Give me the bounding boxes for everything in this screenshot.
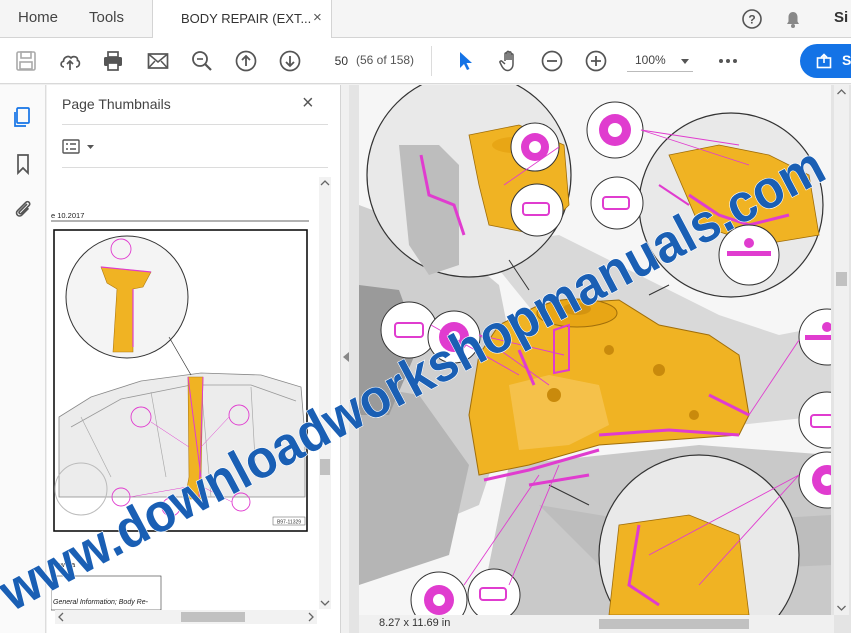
- toolbar-divider: [431, 46, 432, 76]
- attachment-icon[interactable]: [12, 198, 34, 220]
- mail-icon[interactable]: [146, 49, 170, 73]
- toolbar: (56 of 158) 100% S: [0, 38, 851, 84]
- thumbnail-vertical-scrollbar[interactable]: [319, 177, 331, 609]
- zoom-out-icon[interactable]: [540, 49, 564, 73]
- arrow-up-circle-icon[interactable]: [234, 49, 258, 73]
- document-page[interactable]: [359, 85, 831, 615]
- tab-bar: Home Tools BODY REPAIR (EXT... × ? Si: [0, 0, 851, 39]
- body-repair-diagram: [359, 85, 831, 615]
- sign-in-link[interactable]: Si: [834, 9, 848, 26]
- close-icon[interactable]: ×: [302, 92, 314, 115]
- cloud-upload-icon[interactable]: [58, 49, 82, 73]
- acrobat-window: Home Tools BODY REPAIR (EXT... × ? Si 50…: [0, 0, 851, 633]
- panel-divider: [62, 124, 328, 125]
- save-icon[interactable]: [14, 49, 38, 73]
- zoom-in-icon[interactable]: [584, 49, 608, 73]
- thumbnail-options-menu[interactable]: [62, 137, 100, 157]
- document-view: 8.27 x 11.69 in: [349, 85, 851, 633]
- page-thumbnail-image[interactable]: B97-11329 e 10.2017 new pa General Infor…: [51, 177, 319, 617]
- page-number-input[interactable]: [322, 50, 348, 72]
- panel-divider-2: [62, 167, 328, 168]
- left-rail: [0, 85, 46, 633]
- thumbnail-list[interactable]: B97-11329 e 10.2017 new pa General Infor…: [51, 177, 319, 617]
- zoom-select[interactable]: 100%: [627, 50, 693, 72]
- document-tab-label: BODY REPAIR (EXT...: [181, 11, 312, 26]
- svg-text:?: ?: [748, 13, 755, 27]
- thumbnail-horizontal-scrollbar[interactable]: [55, 610, 317, 624]
- list-options-icon: [62, 139, 94, 154]
- document-vertical-scrollbar[interactable]: [834, 85, 849, 615]
- figure-code: B97-11329: [277, 520, 301, 526]
- tab-document[interactable]: BODY REPAIR (EXT... ×: [152, 0, 332, 39]
- tab-tools[interactable]: Tools: [89, 9, 124, 26]
- zoom-value: 100%: [635, 53, 666, 67]
- close-tab-icon[interactable]: ×: [313, 9, 322, 26]
- thumbnail-date: e 10.2017: [51, 211, 84, 220]
- zoom-search-icon[interactable]: [190, 49, 214, 73]
- cursor-icon[interactable]: [453, 49, 477, 73]
- help-icon[interactable]: ?: [741, 8, 763, 30]
- page-size-label: 8.27 x 11.69 in: [379, 617, 451, 629]
- thumbnail-footer-link: General Information; Body Re-: [53, 599, 149, 606]
- chevron-down-icon: [681, 59, 689, 64]
- bookmark-icon[interactable]: [12, 153, 34, 176]
- panel-title: Page Thumbnails: [62, 96, 171, 112]
- tab-home[interactable]: Home: [18, 9, 58, 26]
- share-icon: [816, 53, 832, 69]
- share-label: S: [842, 52, 851, 68]
- thumbnails-panel: Page Thumbnails × B97-11329 e 10.2017 ne…: [47, 85, 341, 633]
- page-count: (56 of 158): [356, 53, 415, 67]
- share-button[interactable]: S: [800, 44, 851, 78]
- hand-icon[interactable]: [497, 49, 521, 73]
- more-icon[interactable]: [716, 49, 740, 73]
- print-icon[interactable]: [101, 49, 125, 73]
- page-thumbnails-icon[interactable]: [12, 106, 34, 128]
- arrow-down-circle-icon[interactable]: [278, 49, 302, 73]
- thumbnail-footer-text: new pa: [51, 560, 76, 569]
- bell-icon[interactable]: [782, 8, 804, 30]
